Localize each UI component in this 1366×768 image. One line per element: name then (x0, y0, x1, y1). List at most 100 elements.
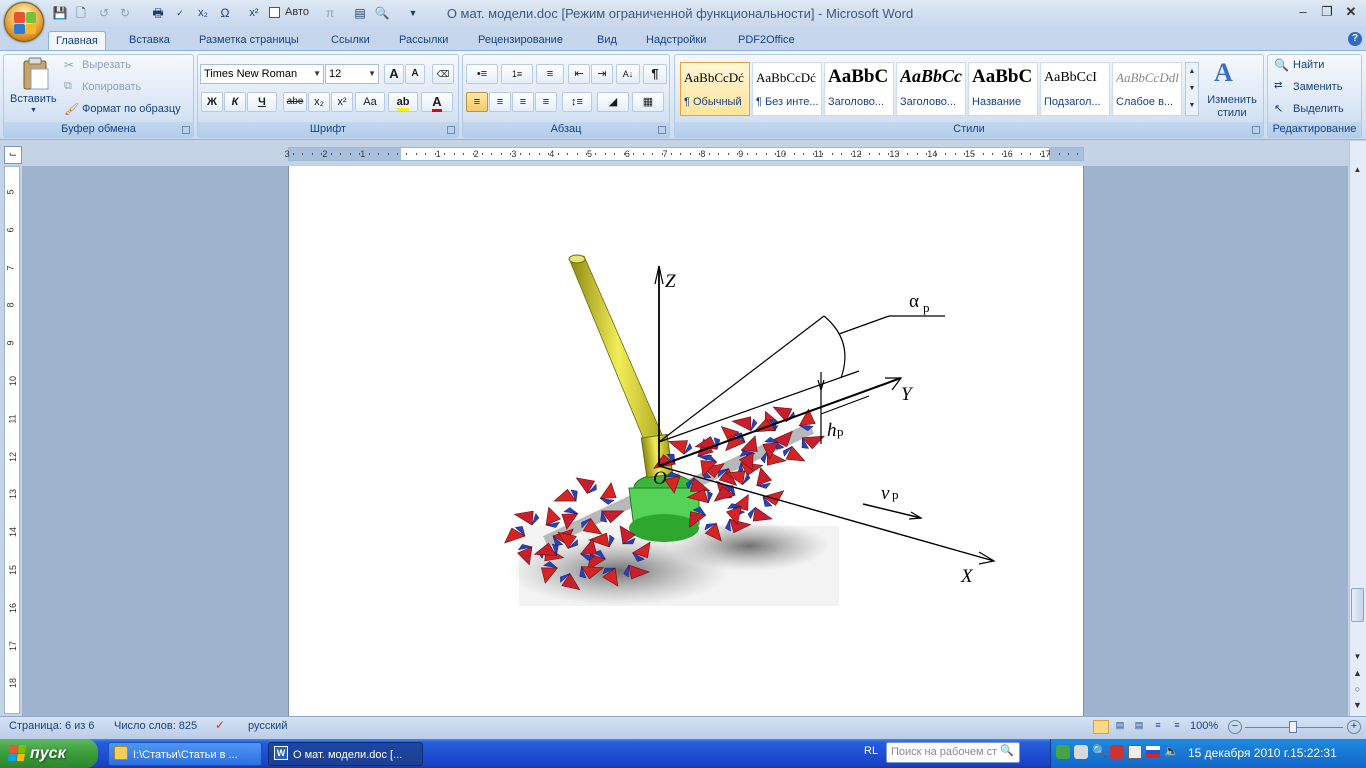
scroll-thumb[interactable] (1351, 588, 1364, 622)
justify-icon[interactable]: ≡ (535, 92, 557, 112)
prev-page-icon[interactable]: ▲ (1350, 668, 1365, 682)
taskbar-item-explorer[interactable]: I:\Статьи\Статьи в ... (108, 742, 262, 766)
proofing-icon[interactable]: ✓ (215, 718, 225, 732)
line-spacing-icon[interactable]: ↕≡ (562, 92, 592, 112)
tab-pdf2office[interactable]: PDF2Office (731, 31, 802, 50)
tray-device-icon[interactable] (1074, 745, 1088, 759)
style-subtle-emphasis[interactable]: AaBbCcDdl Слабое в... (1112, 62, 1182, 116)
find-button[interactable]: Найти (1293, 59, 1324, 71)
subscript-button[interactable]: x₂ (308, 92, 330, 112)
multilevel-list-icon[interactable]: ≡ (536, 64, 564, 84)
language[interactable]: русский (248, 720, 287, 732)
copy-button[interactable]: Копировать (82, 81, 141, 93)
tab-mailings[interactable]: Рассылки (392, 31, 455, 50)
document-page[interactable]: Z Y X O h v α p p p (288, 166, 1084, 716)
full-screen-reading-icon[interactable]: ▤ (1112, 720, 1128, 734)
undo-icon[interactable]: ↺ (96, 5, 112, 21)
restore-icon[interactable]: ❐ (1316, 5, 1338, 21)
print-layout-icon[interactable] (1093, 720, 1109, 734)
tab-references[interactable]: Ссылки (324, 31, 377, 50)
align-right-icon[interactable]: ≡ (512, 92, 534, 112)
paste-dropdown-icon[interactable]: ▼ (30, 107, 37, 114)
grow-font-button[interactable]: A (384, 64, 404, 84)
tab-addins[interactable]: Надстройки (639, 31, 713, 50)
highlight-color-icon[interactable]: ab (388, 92, 418, 112)
word-count[interactable]: Число слов: 825 (114, 720, 197, 732)
dialog-launcher-icon[interactable] (1252, 126, 1260, 134)
tab-page-layout[interactable]: Разметка страницы (192, 31, 306, 50)
tab-selector-icon[interactable]: ⌙ (4, 146, 22, 164)
tab-review[interactable]: Рецензирование (471, 31, 570, 50)
style-heading2[interactable]: AaBbCc Заголово... (896, 62, 966, 116)
tray-network-icon[interactable] (1056, 745, 1070, 759)
vertical-ruler[interactable]: 5 6 7 8 9 10 11 12 13 14 15 16 17 18 (4, 166, 20, 714)
bullets-icon[interactable]: •≡ (466, 64, 498, 84)
numbering-icon[interactable]: 1≡ (501, 64, 533, 84)
bold-button[interactable]: Ж (201, 92, 223, 112)
web-layout-icon[interactable]: ▤ (1131, 720, 1147, 734)
style-subtitle[interactable]: AaBbCcI Подзагол... (1040, 62, 1110, 116)
style-title[interactable]: AaBbC Название (968, 62, 1038, 116)
tab-home[interactable]: Главная (48, 31, 106, 50)
help-icon[interactable]: ? (1348, 32, 1362, 46)
symbol-icon[interactable]: Ω (217, 5, 233, 21)
dialog-launcher-icon[interactable] (182, 126, 190, 134)
style-normal[interactable]: AaBbCcDć ¶ Обычный (680, 62, 750, 116)
subscript-qa-icon[interactable]: x₂ (195, 5, 211, 21)
style-no-spacing[interactable]: AaBbCcDć ¶ Без инте... (752, 62, 822, 116)
underline-button[interactable]: Ч (247, 92, 277, 112)
horizontal-ruler[interactable]: 3 2 1 1 2 3 4 5 6 7 8 9 10 11 12 13 14 15 16 17 (285, 147, 1084, 161)
italic-button[interactable]: К (224, 92, 246, 112)
dialog-launcher-icon[interactable] (447, 126, 455, 134)
select-button[interactable]: Выделить (1293, 103, 1344, 115)
browse-object-icon[interactable]: ○ (1350, 684, 1365, 698)
print-icon[interactable]: 🖶 (150, 5, 166, 21)
align-left-icon[interactable]: ≡ (466, 92, 488, 112)
dialog-launcher-icon[interactable] (658, 126, 666, 134)
replace-button[interactable]: Заменить (1293, 81, 1342, 93)
search-icon[interactable]: 🔍 (1000, 744, 1014, 757)
tab-insert[interactable]: Вставка (122, 31, 177, 50)
font-color-icon[interactable]: A (421, 92, 453, 112)
styles-scroll[interactable]: ▲ ▼ ▼ (1185, 62, 1199, 116)
tray-app-icon[interactable] (1128, 745, 1142, 759)
sort-icon[interactable]: A↓ (616, 64, 640, 84)
spelling-icon[interactable]: ✓ (172, 5, 188, 21)
increase-indent-icon[interactable]: ⇥ (591, 64, 613, 84)
strikethrough-button[interactable]: abe (283, 92, 307, 112)
zoom-slider-thumb[interactable] (1289, 721, 1297, 733)
superscript-button[interactable]: x² (331, 92, 353, 112)
font-size-combo[interactable]: 12 ▼ (325, 64, 379, 84)
scroll-down-icon[interactable]: ▼ (1350, 652, 1365, 666)
tab-view[interactable]: Вид (590, 31, 624, 50)
borders-icon[interactable]: ▦ (632, 92, 664, 112)
redo-icon[interactable]: ↻ (117, 5, 133, 21)
office-button[interactable] (4, 2, 44, 42)
shading-icon[interactable]: ◢ (597, 92, 629, 112)
align-center-icon[interactable]: ≡ (489, 92, 511, 112)
style-heading1[interactable]: AaBbC Заголово... (824, 62, 894, 116)
close-icon[interactable]: ✕ (1340, 5, 1362, 21)
volume-icon[interactable]: 🔈 (1164, 744, 1179, 758)
outline-icon[interactable]: ≡ (1150, 720, 1166, 734)
format-painter-button[interactable]: Формат по образцу (82, 103, 181, 115)
tray-search-icon[interactable]: 🔍 (1092, 744, 1107, 758)
vertical-scrollbar[interactable] (1349, 141, 1366, 716)
shrink-font-button[interactable]: A (405, 64, 425, 84)
paste-button[interactable]: Вставить (10, 93, 57, 105)
new-document-icon[interactable]: 🗋 (73, 5, 89, 21)
zoom-out-icon[interactable]: − (1228, 720, 1242, 734)
paste-icon[interactable] (18, 57, 52, 93)
font-name-combo[interactable]: Times New Roman ▼ (200, 64, 324, 84)
change-case-button[interactable]: Aa (355, 92, 385, 112)
language-indicator[interactable]: RL (864, 745, 878, 757)
change-styles-button[interactable]: Изменить стили (1204, 94, 1260, 120)
cut-button[interactable]: Вырезать (82, 59, 131, 71)
zoom-in-icon[interactable]: + (1347, 720, 1361, 734)
scroll-up-icon[interactable]: ▲ (1350, 165, 1365, 179)
page-count[interactable]: Страница: 6 из 6 (9, 720, 95, 732)
zoom-level[interactable]: 100% (1190, 720, 1218, 732)
next-page-icon[interactable]: ▼ (1350, 700, 1365, 714)
superscript-qa-icon[interactable]: x² (246, 5, 262, 21)
taskbar-item-word[interactable]: О мат. модели.doc [... (268, 742, 423, 766)
